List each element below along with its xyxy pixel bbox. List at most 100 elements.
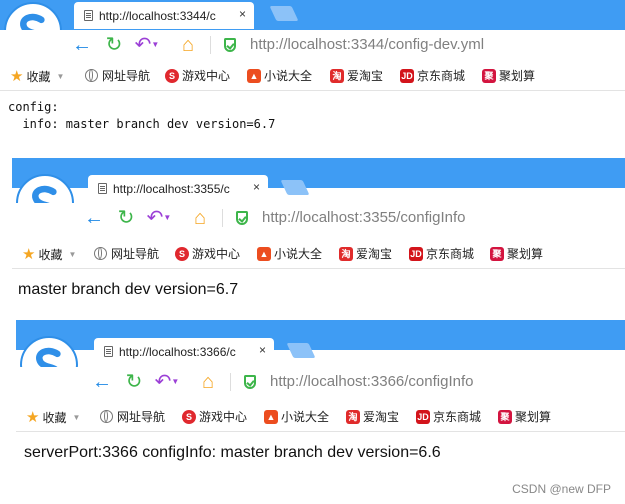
bookmark-label: 收藏 <box>38 247 63 262</box>
taobao-icon: 淘 <box>339 246 353 261</box>
bookmark-nav[interactable]: 网址导航 <box>94 245 159 262</box>
divider <box>230 373 231 391</box>
taobao-icon: 淘 <box>330 68 344 83</box>
response-text: master branch dev version=6.7 <box>18 281 239 298</box>
bookmarks-bar: ★ 收藏 ▼ 网址导航 S 游戏中心 ▲ 小说大全 淘 爱淘宝 JD 京东商城 … <box>12 238 625 269</box>
page-icon <box>84 10 93 21</box>
juhuasuan-icon: 聚 <box>482 68 496 83</box>
refresh-icon[interactable]: ↻ <box>102 33 126 57</box>
novel-icon: ▲ <box>264 409 278 424</box>
novel-icon: ▲ <box>257 246 271 261</box>
home-icon[interactable]: ⌂ <box>188 206 212 230</box>
page-icon <box>104 346 113 357</box>
watermark: CSDN @new DFP <box>512 482 611 496</box>
bookmark-games[interactable]: S 游戏中心 <box>175 245 240 262</box>
content-line: config: <box>8 100 59 114</box>
browser-tab[interactable]: http://localhost:3355/c × <box>88 175 268 202</box>
yaml-content: config: info: master branch dev version=… <box>8 99 275 133</box>
globe-icon <box>94 247 107 260</box>
bookmark-favorites[interactable]: ★ 收藏 ▼ <box>26 408 80 426</box>
back-icon[interactable]: ← <box>82 206 106 230</box>
bookmark-games[interactable]: S 游戏中心 <box>165 67 230 84</box>
browser-tab[interactable]: http://localhost:3366/c × <box>94 338 274 365</box>
page-icon <box>98 183 107 194</box>
browser-window-3344: http://localhost:3344/c × ← ↻ ↶ ▼ ⌂ http:… <box>0 0 625 160</box>
bookmark-label: 收藏 <box>42 410 67 425</box>
bookmark-juhuasuan[interactable]: 聚 聚划算 <box>490 245 543 262</box>
bookmarks-bar: ★ 收藏 ▼ 网址导航 S 游戏中心 ▲ 小说大全 淘 爱淘宝 JD 京东商城 … <box>0 60 625 91</box>
browser-window-3366: http://localhost:3366/c × ← ↻ ↶ ▼ ⌂ http:… <box>16 320 625 504</box>
bookmark-juhuasuan[interactable]: 聚 聚划算 <box>482 67 535 84</box>
chevron-down-icon: ▼ <box>72 412 81 422</box>
juhuasuan-icon: 聚 <box>490 246 504 261</box>
security-shield-icon[interactable] <box>236 211 248 225</box>
bookmark-nav[interactable]: 网址导航 <box>85 67 150 84</box>
bookmark-nav[interactable]: 网址导航 <box>100 408 165 425</box>
refresh-icon[interactable]: ↻ <box>122 370 146 394</box>
jd-icon: JD <box>400 68 414 83</box>
bookmark-novels[interactable]: ▲ 小说大全 <box>247 67 312 84</box>
bookmark-label: 聚划算 <box>507 247 544 261</box>
undo-close-tab-icon[interactable]: ↶ ▼ <box>147 206 172 230</box>
tab-close-icon[interactable]: × <box>239 7 246 21</box>
bookmark-label: 小说大全 <box>281 410 330 424</box>
bookmark-taobao[interactable]: 淘 爱淘宝 <box>346 408 399 425</box>
bookmark-label: 小说大全 <box>264 69 313 83</box>
content-line: info: master branch dev version=6.7 <box>8 117 276 131</box>
bookmark-games[interactable]: S 游戏中心 <box>182 408 247 425</box>
bookmark-jd[interactable]: JD 京东商城 <box>409 245 474 262</box>
star-icon: ★ <box>10 68 24 85</box>
home-icon[interactable]: ⌂ <box>196 370 220 394</box>
bookmark-label: 京东商城 <box>417 69 466 83</box>
address-bar[interactable]: http://localhost:3344/config-dev.yml <box>250 36 484 53</box>
bookmark-label: 网址导航 <box>102 69 151 83</box>
tab-title: http://localhost:3366/c <box>119 344 236 359</box>
security-shield-icon[interactable] <box>224 38 236 52</box>
chevron-down-icon: ▼ <box>56 71 65 81</box>
bookmark-taobao[interactable]: 淘 爱淘宝 <box>339 245 392 262</box>
bookmark-label: 收藏 <box>26 69 51 84</box>
page-content: config: info: master branch dev version=… <box>0 91 625 160</box>
bookmark-jd[interactable]: JD 京东商城 <box>400 67 465 84</box>
bookmark-label: 小说大全 <box>274 247 323 261</box>
bookmark-favorites[interactable]: ★ 收藏 ▼ <box>22 245 76 263</box>
bookmark-favorites[interactable]: ★ 收藏 ▼ <box>10 67 64 85</box>
page-content: master branch dev version=6.7 <box>12 269 625 320</box>
security-shield-icon[interactable] <box>244 375 256 389</box>
bookmark-label: 爱淘宝 <box>356 247 393 261</box>
url-scheme-host: http://localhost:3366 <box>270 373 405 390</box>
star-icon: ★ <box>22 246 36 263</box>
divider <box>222 209 223 227</box>
bookmark-label: 网址导航 <box>111 247 160 261</box>
bookmark-label: 游戏中心 <box>192 247 241 261</box>
bookmark-novels[interactable]: ▲ 小说大全 <box>264 408 329 425</box>
chevron-down-icon: ▼ <box>68 249 77 259</box>
url-scheme-host: http://localhost:3355 <box>262 209 397 226</box>
bookmark-taobao[interactable]: 淘 爱淘宝 <box>330 67 383 84</box>
browser-tab[interactable]: http://localhost:3344/c × <box>74 2 254 29</box>
undo-close-tab-icon[interactable]: ↶ ▼ <box>155 370 180 394</box>
undo-close-tab-icon[interactable]: ↶ ▼ <box>135 33 160 57</box>
juhuasuan-icon: 聚 <box>498 409 512 424</box>
bookmark-label: 聚划算 <box>499 69 536 83</box>
tab-close-icon[interactable]: × <box>253 180 260 194</box>
bookmark-label: 游戏中心 <box>199 410 248 424</box>
bookmark-jd[interactable]: JD 京东商城 <box>416 408 481 425</box>
home-icon[interactable]: ⌂ <box>176 33 200 57</box>
bookmark-label: 游戏中心 <box>182 69 231 83</box>
globe-icon <box>100 410 113 423</box>
divider <box>210 36 211 54</box>
tab-close-icon[interactable]: × <box>259 343 266 357</box>
back-icon[interactable]: ← <box>90 370 114 394</box>
bookmark-juhuasuan[interactable]: 聚 聚划算 <box>498 408 551 425</box>
back-icon[interactable]: ← <box>70 33 94 57</box>
browser-window-3355: http://localhost:3355/c × ← ↻ ↶ ▼ ⌂ http:… <box>12 158 625 320</box>
navigation-bar: ← ↻ ↶ ▼ ⌂ http://localhost:3366/configInf… <box>16 367 625 397</box>
bookmark-novels[interactable]: ▲ 小说大全 <box>257 245 322 262</box>
address-bar[interactable]: http://localhost:3366/configInfo <box>270 373 473 390</box>
bookmark-label: 京东商城 <box>426 247 475 261</box>
bookmark-label: 爱淘宝 <box>363 410 400 424</box>
address-bar[interactable]: http://localhost:3355/configInfo <box>262 209 465 226</box>
response-text: serverPort:3366 configInfo: master branc… <box>24 444 441 461</box>
refresh-icon[interactable]: ↻ <box>114 206 138 230</box>
